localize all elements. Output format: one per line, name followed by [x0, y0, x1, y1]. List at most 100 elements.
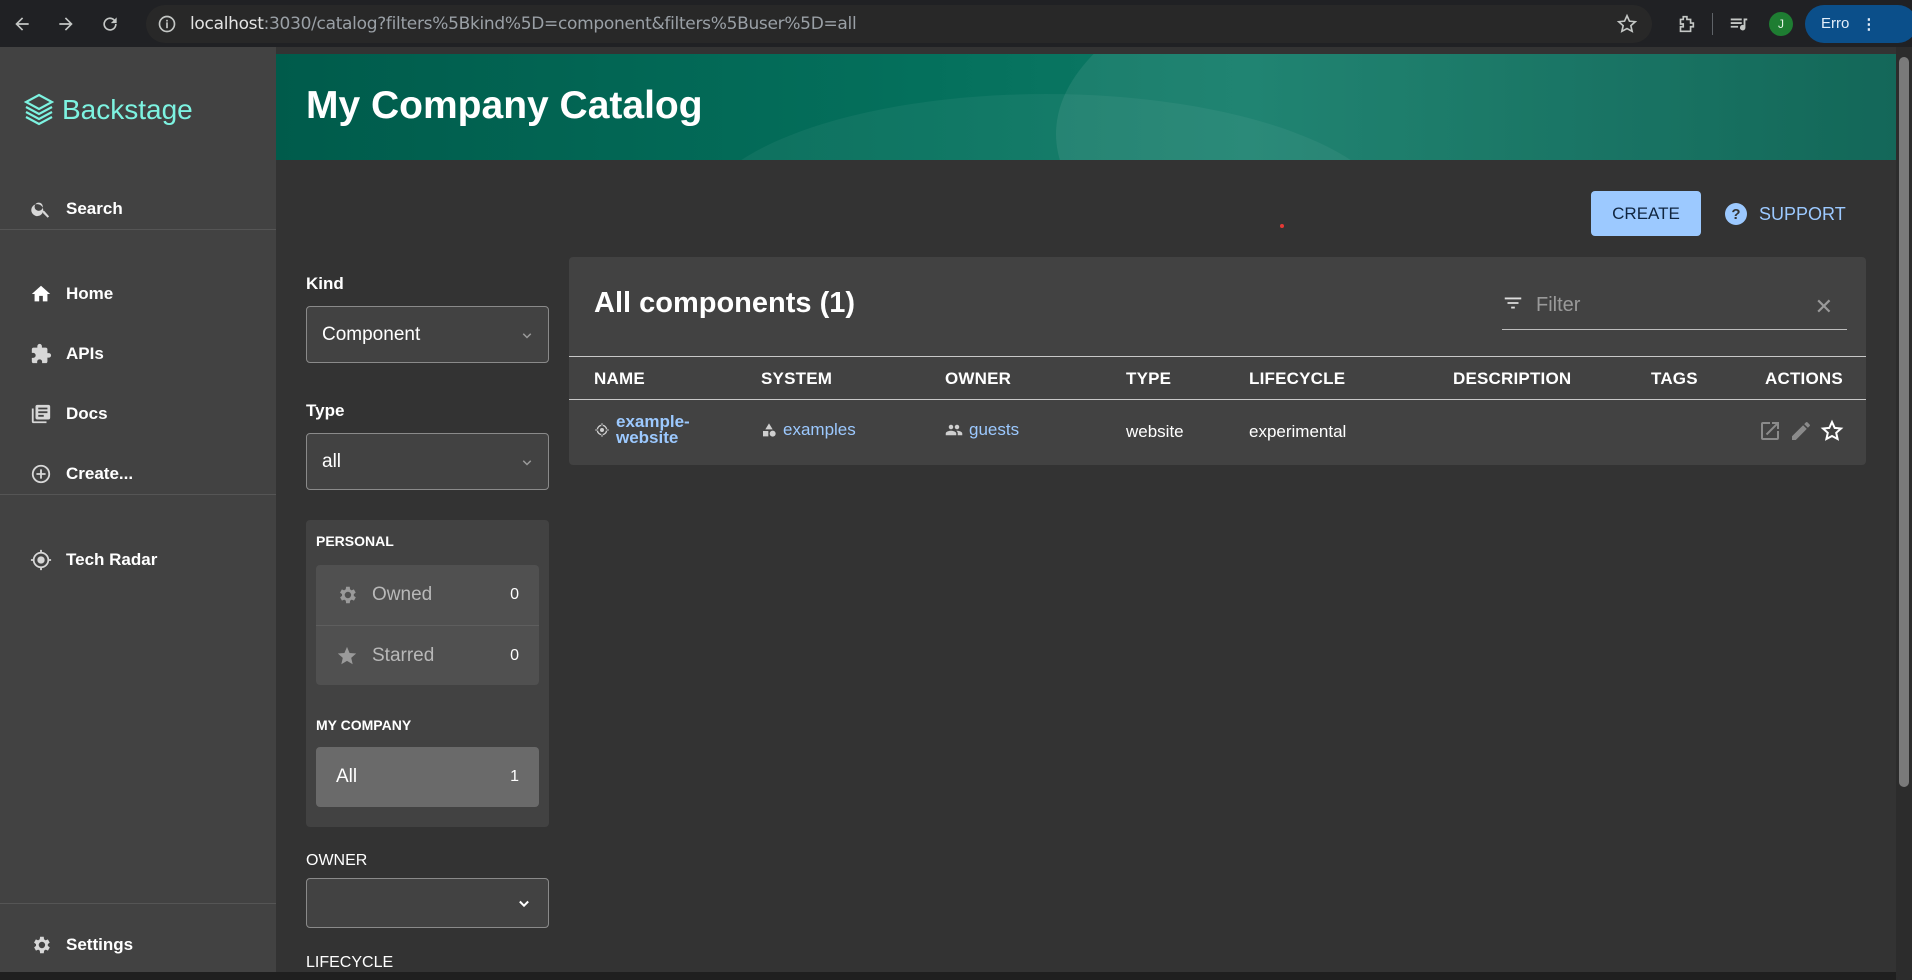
clear-filter-icon[interactable]: ✕ — [1815, 294, 1833, 320]
sidebar-search[interactable]: Search — [0, 185, 276, 233]
column-header-tags[interactable]: TAGS — [1651, 369, 1698, 389]
starred-label: Starred — [372, 644, 435, 666]
cursor-dot — [1280, 224, 1284, 228]
owner-cell[interactable]: guests — [945, 420, 1019, 440]
column-header-name[interactable]: NAME — [594, 369, 645, 389]
sidebar-item-apis[interactable]: APIs — [0, 330, 276, 378]
personal-group: Owned 0 Starred 0 — [316, 565, 539, 685]
filter-placeholder: Filter — [1536, 294, 1581, 316]
component-name-link[interactable]: example-website — [616, 413, 690, 447]
sidebar-divider — [0, 229, 276, 230]
chevron-down-icon — [514, 894, 534, 919]
sidebar: Backstage Search Home APIs Docs Create..… — [0, 47, 276, 980]
sidebar-item-home[interactable]: Home — [0, 270, 276, 318]
sidebar-divider — [0, 494, 276, 495]
site-info-icon[interactable] — [156, 13, 178, 35]
kind-select[interactable]: Component — [306, 306, 549, 363]
sidebar-item-label: Create... — [66, 464, 134, 483]
owned-label: Owned — [372, 584, 433, 605]
add-circle-icon — [31, 464, 51, 484]
component-icon — [595, 423, 609, 437]
view-external-button[interactable] — [1758, 419, 1782, 443]
column-header-owner[interactable]: OWNER — [945, 369, 1011, 389]
edit-button[interactable] — [1789, 419, 1813, 443]
all-filter[interactable]: All 1 — [316, 747, 539, 807]
column-header-lifecycle[interactable]: LIFECYCLE — [1249, 369, 1345, 389]
sidebar-item-settings[interactable]: Settings — [0, 921, 276, 969]
owned-count: 0 — [510, 586, 519, 603]
type-label: Type — [306, 401, 345, 420]
filter-list-icon — [1502, 292, 1526, 319]
reload-button[interactable] — [88, 0, 132, 47]
owner-link[interactable]: guests — [969, 420, 1019, 440]
owner-select[interactable] — [306, 878, 549, 928]
table-filter-input[interactable]: Filter ✕ — [1502, 282, 1847, 330]
company-heading: MY COMPANY — [316, 717, 412, 733]
component-name-cell[interactable]: example-website — [594, 413, 690, 447]
backstage-logo[interactable]: Backstage — [24, 93, 193, 127]
sidebar-item-label: APIs — [66, 344, 104, 363]
profile-menu-button[interactable]: Erro ⋮ — [1805, 4, 1912, 43]
column-header-description[interactable]: DESCRIPTION — [1453, 369, 1571, 389]
forward-button[interactable] — [44, 0, 88, 47]
all-count: 1 — [510, 768, 519, 785]
type-select[interactable]: all — [306, 433, 549, 490]
media-controls-icon[interactable] — [1719, 0, 1759, 47]
type-value: all — [322, 450, 342, 472]
more-vert-icon: ⋮ — [1861, 15, 1877, 33]
column-header-type[interactable]: TYPE — [1126, 369, 1171, 389]
url-text[interactable]: localhost:3030/catalog?filters%5Bkind%5D… — [190, 14, 857, 34]
lifecycle-cell: experimental — [1249, 422, 1347, 441]
sidebar-divider — [0, 903, 276, 904]
sidebar-item-create[interactable]: Create... — [0, 450, 276, 498]
star-button[interactable] — [1820, 419, 1844, 443]
reload-icon — [103, 16, 117, 31]
kind-value: Component — [322, 323, 421, 345]
profile-avatar[interactable]: J — [1769, 11, 1793, 36]
home-icon — [31, 285, 51, 302]
component-name-line2: website — [616, 428, 679, 447]
bookmark-star-icon[interactable] — [1616, 13, 1638, 40]
page-title: My Company Catalog — [306, 84, 703, 127]
starred-count: 0 — [510, 646, 519, 664]
help-icon: ? — [1725, 203, 1747, 225]
create-button[interactable]: CREATE — [1591, 191, 1701, 236]
support-label: SUPPORT — [1759, 203, 1846, 224]
owned-filter[interactable]: Owned 0 — [316, 565, 539, 625]
browser-actions: J Erro ⋮ — [1666, 0, 1912, 47]
extensions-icon[interactable] — [1666, 0, 1706, 47]
sidebar-item-tech-radar[interactable]: Tech Radar — [0, 536, 276, 584]
type-cell: website — [1126, 422, 1184, 441]
scrollbar-thumb[interactable] — [1899, 57, 1909, 787]
category-icon — [763, 423, 776, 437]
toolbar-divider — [1712, 12, 1713, 35]
column-header-actions: ACTIONS — [1765, 369, 1843, 388]
address-bar[interactable]: localhost:3030/catalog?filters%5Bkind%5D… — [146, 5, 1652, 43]
system-cell[interactable]: examples — [761, 420, 856, 440]
open-in-new-icon — [1761, 422, 1779, 440]
star-icon — [337, 646, 357, 664]
star-outline-icon — [1820, 419, 1844, 441]
starred-filter[interactable]: Starred 0 — [316, 625, 539, 685]
search-icon — [31, 202, 50, 218]
page-header: My Company Catalog — [276, 54, 1896, 160]
sidebar-search-label: Search — [66, 199, 123, 218]
backstage-logo-icon — [24, 93, 54, 126]
back-button[interactable] — [0, 0, 44, 47]
page-scrollbar[interactable] — [1896, 47, 1912, 980]
all-label: All — [336, 766, 358, 787]
sidebar-item-docs[interactable]: Docs — [0, 390, 276, 438]
arrow-left-icon — [15, 16, 29, 31]
lifecycle-label: LIFECYCLE — [306, 954, 394, 971]
owner-label: OWNER — [306, 852, 368, 869]
column-header-system[interactable]: SYSTEM — [761, 369, 832, 389]
personal-heading: PERSONAL — [316, 533, 394, 549]
system-link[interactable]: examples — [783, 420, 856, 440]
gear-icon — [340, 586, 356, 604]
support-button[interactable]: ? SUPPORT — [1725, 196, 1846, 232]
table-header: NAME SYSTEM OWNER TYPE LIFECYCLE DESCRIP… — [569, 356, 1866, 400]
puzzle-icon — [31, 343, 52, 364]
bottom-edge — [0, 972, 1896, 980]
url-host: localhost — [190, 14, 264, 34]
components-table-card: All components (1) Filter ✕ NAME SYSTEM … — [569, 257, 1866, 465]
